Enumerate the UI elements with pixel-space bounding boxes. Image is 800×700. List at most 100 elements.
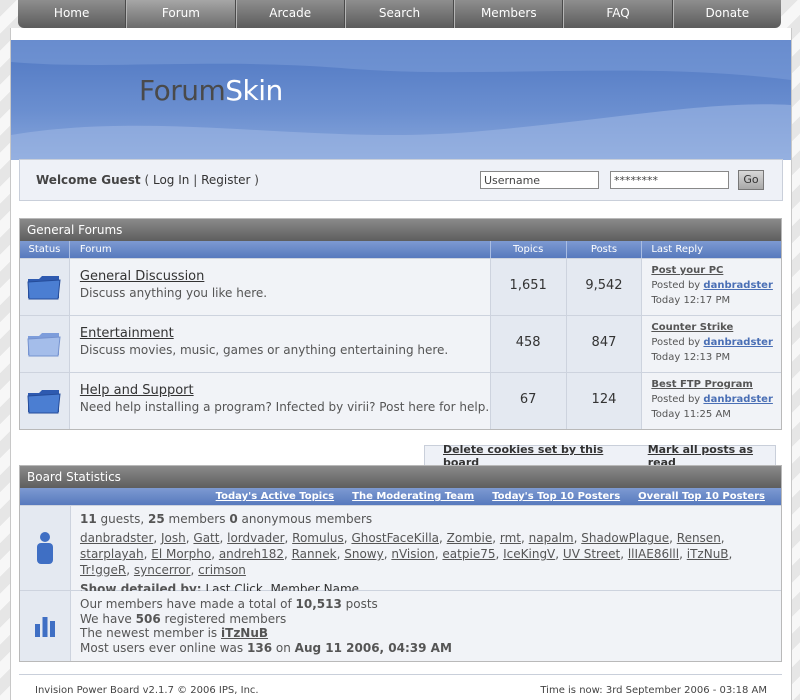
last-reply-title[interactable]: Best FTP Program xyxy=(651,377,781,392)
max-online: 136 xyxy=(247,640,273,655)
online-users-text: 11 guests, 25 members 0 anonymous member… xyxy=(71,506,781,596)
banner-waves xyxy=(11,40,791,160)
last-reply-user[interactable]: danbradster xyxy=(703,394,772,405)
welcome-text: Welcome Guest ( Log In | Register ) xyxy=(36,173,259,187)
online-user-link[interactable]: andreh182 xyxy=(219,547,284,561)
forum-name[interactable]: Help and Support xyxy=(80,383,490,398)
main-panel: ForumSkin Welcome Guest ( Log In | Regis… xyxy=(10,28,792,700)
online-user-link[interactable]: UV Street xyxy=(563,547,620,561)
board-links: Delete cookies set by this board Mark al… xyxy=(424,443,776,469)
forum-topics: 67 xyxy=(490,373,567,429)
welcome-label: Welcome Guest xyxy=(36,173,141,187)
overall-top-posters-link[interactable]: Overall Top 10 Posters xyxy=(638,491,765,502)
online-user-link[interactable]: iTzNuB xyxy=(687,547,729,561)
forum-desc: Need help installing a program? Infected… xyxy=(79,400,490,414)
online-user-link[interactable]: napalm xyxy=(529,531,574,545)
guests-label: guests, xyxy=(100,512,145,526)
forum-last-reply: Counter Strike Posted by danbradster Tod… xyxy=(642,316,782,372)
newest-member-pre: The newest member is xyxy=(80,626,218,640)
forum-row: General Discussion Discuss anything you … xyxy=(20,258,782,315)
nav-search[interactable]: Search xyxy=(344,0,455,28)
member-count: 25 xyxy=(148,512,165,526)
total-posts-pre: Our members have made a total of xyxy=(80,597,292,611)
online-user-link[interactable]: Snowy xyxy=(344,547,383,561)
nav-forum[interactable]: Forum xyxy=(126,0,236,28)
forum-posts: 847 xyxy=(566,316,643,372)
online-user-link[interactable]: starplayah xyxy=(80,547,144,561)
last-reply-title[interactable]: Post your PC xyxy=(651,263,781,278)
nav-donate[interactable]: Donate xyxy=(672,0,781,28)
forum-logo: ForumSkin xyxy=(139,74,283,107)
online-user-link[interactable]: nVision xyxy=(391,547,434,561)
nav-faq[interactable]: FAQ xyxy=(563,0,673,28)
go-button[interactable]: Go xyxy=(738,170,764,190)
online-user-link[interactable]: danbradster xyxy=(80,531,153,545)
online-user-link[interactable]: Gatt xyxy=(193,531,219,545)
paren-open: ( xyxy=(144,173,153,187)
general-forums: General Forums Status Forum Topics Posts… xyxy=(19,218,782,430)
forum-name[interactable]: Entertainment xyxy=(80,326,490,341)
online-user-link[interactable]: rmt xyxy=(500,531,521,545)
online-user-link[interactable]: Tr!ggeR xyxy=(80,563,126,577)
login-link[interactable]: Log In xyxy=(153,173,189,187)
last-reply-user[interactable]: danbradster xyxy=(703,280,772,291)
board-statistics: Board Statistics Today's Active Topics T… xyxy=(19,465,782,662)
forum-info: Help and Support Need help installing a … xyxy=(69,373,491,429)
today-top-posters-link[interactable]: Today's Top 10 Posters xyxy=(492,491,620,502)
total-posts: 10,513 xyxy=(295,597,342,611)
online-user-link[interactable]: IceKingV xyxy=(503,547,555,561)
totals-icon-cell xyxy=(20,591,71,661)
forum-columns: Status Forum Topics Posts Last Reply xyxy=(20,241,781,258)
online-user-link[interactable]: eatpie75 xyxy=(442,547,495,561)
last-reply-user[interactable]: danbradster xyxy=(703,337,772,348)
register-link[interactable]: Register xyxy=(201,173,250,187)
online-user-link[interactable]: Josh xyxy=(161,531,186,545)
total-members-line: We have 506 registered members xyxy=(80,612,781,627)
online-user-link[interactable]: Romulus xyxy=(292,531,344,545)
online-user-link[interactable]: Rensen xyxy=(677,531,721,545)
last-reply-time: Today 12:13 PM xyxy=(651,352,731,363)
top-nav: Home Forum Arcade Search Members FAQ Don… xyxy=(18,0,781,28)
online-user-link[interactable]: GhostFaceKilla xyxy=(351,531,439,545)
nav-arcade[interactable]: Arcade xyxy=(235,0,345,28)
newest-member-link[interactable]: iTzNuB xyxy=(221,626,268,640)
online-user-link[interactable]: crimson xyxy=(198,563,246,577)
forum-last-reply: Post your PC Posted by danbradster Today… xyxy=(642,259,782,315)
online-summary: 11 guests, 25 members 0 anonymous member… xyxy=(80,511,781,527)
online-user-link[interactable]: ShadowPlague xyxy=(581,531,669,545)
moderating-team-link[interactable]: The Moderating Team xyxy=(352,491,474,502)
last-reply-title[interactable]: Counter Strike xyxy=(651,320,781,335)
posted-by-label: Posted by xyxy=(651,337,701,348)
online-user-link[interactable]: El Morpho xyxy=(151,547,211,561)
posted-by-label: Posted by xyxy=(651,280,701,291)
online-user-link[interactable]: Rannek xyxy=(292,547,337,561)
folder-new-icon xyxy=(27,276,61,300)
online-user-link[interactable]: llIAE86lll xyxy=(628,547,679,561)
active-topics-link[interactable]: Today's Active Topics xyxy=(216,491,334,502)
password-input[interactable] xyxy=(610,171,729,189)
forum-desc: Discuss anything you like here. xyxy=(79,286,268,300)
forum-topics: 458 xyxy=(490,316,567,372)
stats-links: Today's Active Topics The Moderating Tea… xyxy=(20,488,781,505)
online-user-link[interactable]: Zombie xyxy=(447,531,493,545)
online-user-list: danbradster, Josh, Gatt, lordvader, Romu… xyxy=(80,531,733,577)
col-forum: Forum xyxy=(70,241,491,258)
username-input[interactable] xyxy=(480,171,599,189)
anon-label: anonymous members xyxy=(241,512,373,526)
nav-members[interactable]: Members xyxy=(454,0,564,28)
paren-close: ) xyxy=(250,173,259,187)
forum-row: Entertainment Discuss movies, music, gam… xyxy=(20,315,782,372)
forum-topics: 1,651 xyxy=(490,259,567,315)
general-forums-title: General Forums xyxy=(20,219,781,241)
forum-name[interactable]: General Discussion xyxy=(80,269,490,284)
forum-info: General Discussion Discuss anything you … xyxy=(69,259,491,315)
max-online-date: Aug 11 2006, 04:39 AM xyxy=(294,640,452,655)
online-user-link[interactable]: syncerror xyxy=(134,563,191,577)
online-user-link[interactable]: lordvader xyxy=(227,531,284,545)
col-last-reply: Last Reply xyxy=(651,244,704,255)
max-online-mid: on xyxy=(275,640,291,655)
forum-posts: 124 xyxy=(566,373,643,429)
folder-new-icon xyxy=(27,390,61,414)
nav-home[interactable]: Home xyxy=(18,0,127,28)
bar-chart-icon xyxy=(35,617,55,637)
